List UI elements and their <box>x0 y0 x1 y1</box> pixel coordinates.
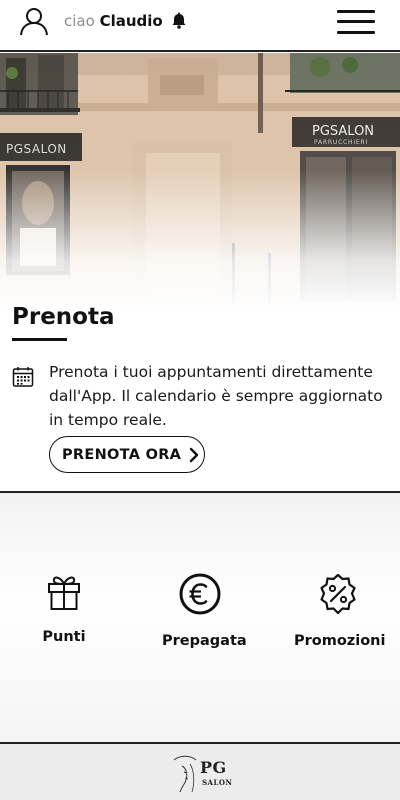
pg-salon-logo[interactable]: PG SALON <box>170 754 232 794</box>
feature-promozioni[interactable]: Promozioni <box>294 573 386 649</box>
bell-icon[interactable] <box>170 12 188 30</box>
feature-punti[interactable]: Punti <box>32 573 96 645</box>
gift-icon <box>48 576 80 610</box>
euro-icon <box>179 573 221 615</box>
app-footer: PG SALON <box>0 744 400 800</box>
chevron-right-icon <box>190 447 199 462</box>
calendar-icon <box>12 367 34 387</box>
user-icon[interactable] <box>19 6 49 36</box>
hero-storefront-image: PGSALON PGSALON PARRUCCHIERI <box>0 53 400 313</box>
prenota-title: Prenota <box>12 304 115 330</box>
hamburger-menu-icon[interactable] <box>337 8 375 35</box>
greeting-prefix: ciao <box>64 12 95 30</box>
logo-subtext: SALON <box>202 778 233 787</box>
app-header: ciao Claudio <box>0 0 400 52</box>
title-underline <box>12 338 67 341</box>
feature-label: Punti <box>42 629 86 645</box>
features-section: Punti Prepagata Promozioni <box>0 493 400 742</box>
face-logo-icon <box>173 755 197 793</box>
logo-text: PG <box>200 758 227 777</box>
prenota-description: Prenota i tuoi appuntamenti direttamente… <box>49 363 383 429</box>
user-greeting: ciao Claudio <box>64 12 163 30</box>
prenota-ora-button[interactable]: PRENOTA ORA <box>49 436 205 473</box>
percent-badge-icon <box>320 573 356 615</box>
feature-label: Prepagata <box>162 633 247 649</box>
prenota-ora-label: PRENOTA ORA <box>62 446 182 463</box>
feature-prepagata[interactable]: Prepagata <box>162 573 247 649</box>
feature-label: Promozioni <box>294 633 386 649</box>
user-name: Claudio <box>99 12 163 30</box>
